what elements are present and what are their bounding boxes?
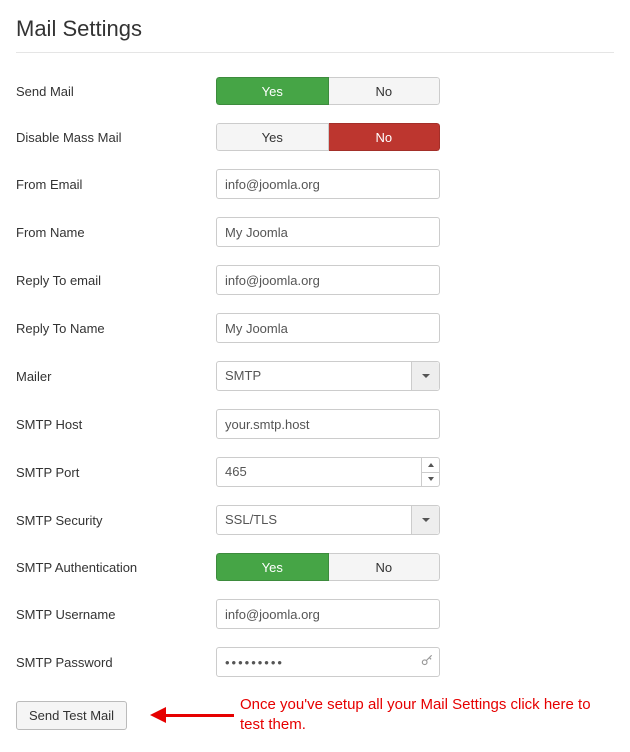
mail-settings-form: Send Mail Yes No Disable Mass Mail Yes N… <box>16 77 614 736</box>
reply-email-label: Reply To email <box>16 273 216 288</box>
from-name-label: From Name <box>16 225 216 240</box>
smtp-pass-label: SMTP Password <box>16 655 216 670</box>
disable-mass-yes[interactable]: Yes <box>216 123 329 151</box>
send-mail-yes[interactable]: Yes <box>216 77 329 105</box>
reply-email-input[interactable] <box>216 265 440 295</box>
mailer-select[interactable]: SMTP <box>216 361 440 391</box>
arrow-icon <box>146 705 236 725</box>
smtp-host-label: SMTP Host <box>16 417 216 432</box>
smtp-user-input[interactable] <box>216 599 440 629</box>
smtp-auth-label: SMTP Authentication <box>16 560 216 575</box>
smtp-port-value: 465 <box>217 458 421 486</box>
smtp-security-value: SSL/TLS <box>217 506 411 534</box>
reply-name-label: Reply To Name <box>16 321 216 336</box>
smtp-auth-yes[interactable]: Yes <box>216 553 329 581</box>
page-title: Mail Settings <box>16 16 614 53</box>
smtp-auth-toggle[interactable]: Yes No <box>216 553 440 581</box>
stepper-up-icon[interactable] <box>422 458 439 473</box>
smtp-auth-no[interactable]: No <box>329 553 441 581</box>
smtp-security-select[interactable]: SSL/TLS <box>216 505 440 535</box>
annotation-note: Once you've setup all your Mail Settings… <box>240 695 614 736</box>
send-mail-toggle[interactable]: Yes No <box>216 77 440 105</box>
from-email-label: From Email <box>16 177 216 192</box>
mailer-value: SMTP <box>217 362 411 390</box>
send-test-mail-button[interactable]: Send Test Mail <box>16 701 127 730</box>
stepper-down-icon[interactable] <box>422 473 439 487</box>
smtp-pass-input[interactable] <box>216 647 440 677</box>
smtp-host-input[interactable] <box>216 409 440 439</box>
disable-mass-no[interactable]: No <box>329 123 441 151</box>
reply-name-input[interactable] <box>216 313 440 343</box>
disable-mass-toggle[interactable]: Yes No <box>216 123 440 151</box>
disable-mass-label: Disable Mass Mail <box>16 130 216 145</box>
smtp-security-label: SMTP Security <box>16 513 216 528</box>
chevron-down-icon[interactable] <box>411 506 439 534</box>
smtp-user-label: SMTP Username <box>16 607 216 622</box>
send-mail-no[interactable]: No <box>329 77 441 105</box>
from-email-input[interactable] <box>216 169 440 199</box>
smtp-port-input[interactable]: 465 <box>216 457 440 487</box>
smtp-port-label: SMTP Port <box>16 465 216 480</box>
mailer-label: Mailer <box>16 369 216 384</box>
from-name-input[interactable] <box>216 217 440 247</box>
chevron-down-icon[interactable] <box>411 362 439 390</box>
send-mail-label: Send Mail <box>16 84 216 99</box>
key-icon <box>420 654 434 671</box>
